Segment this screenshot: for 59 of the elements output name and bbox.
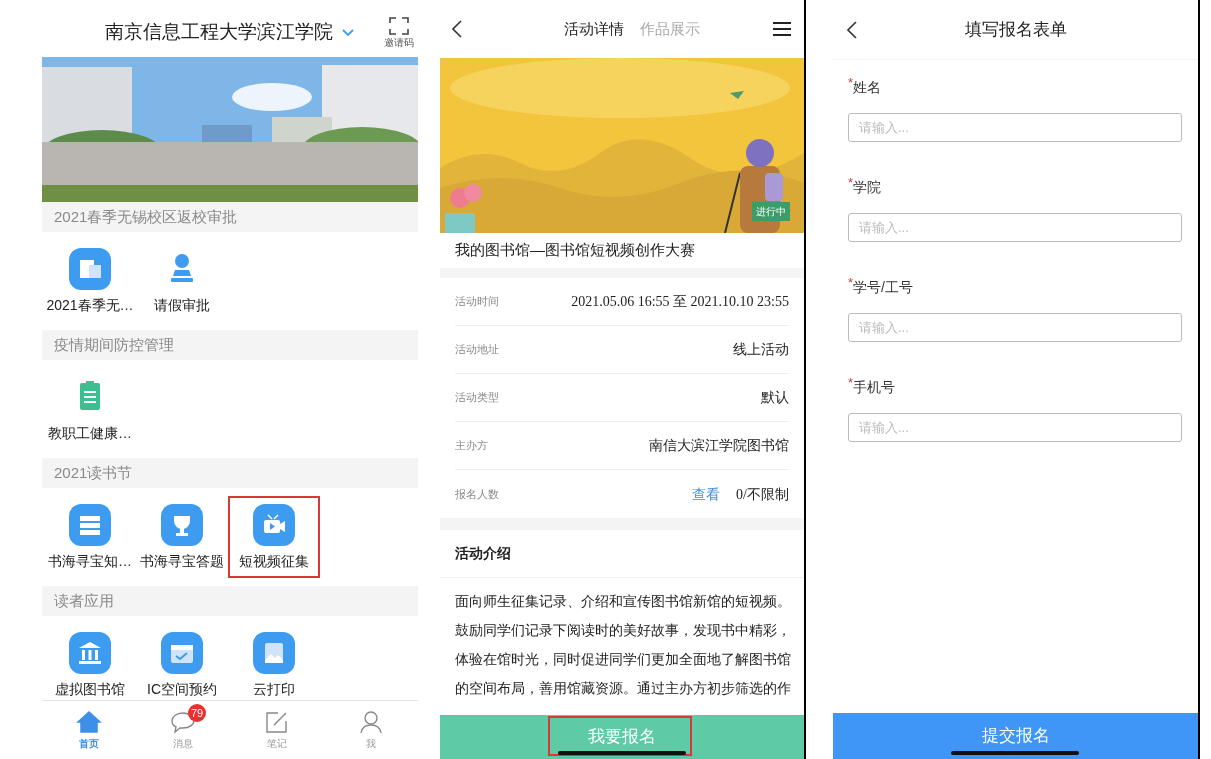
home-icon xyxy=(76,709,102,734)
required-mark: * xyxy=(848,276,854,290)
person-icon xyxy=(358,709,384,734)
intro-paragraph: 面向师生征集记录、介绍和宣传图书馆新馆的短视频。鼓励同学们记录下阅读时的美好故事，发现书中精彩，体验在馆时光，同时促进同学们更加全面地了解图书馆的空间布局，善用馆藏资源。通过主办方初步筛选的作 xyxy=(455,592,792,698)
field-value: 2021.05.06 16:55 至 2021.10.10 23:55 xyxy=(571,293,789,311)
field-value: 0/不限制 xyxy=(736,485,789,504)
tab-bar-item[interactable]: 消息 79 xyxy=(136,701,230,759)
app-shortcut[interactable]: 2021春季无… xyxy=(44,240,136,322)
app-icon xyxy=(69,248,111,290)
field-label: 活动类型 xyxy=(455,390,499,406)
view-link[interactable]: 查看 xyxy=(692,483,721,505)
section-header: 2021读书节 xyxy=(42,458,418,488)
field-value: 南信大滨江学院图书馆 xyxy=(649,436,789,455)
app-icon xyxy=(69,504,111,546)
page-title: 填写报名表单 xyxy=(963,18,1068,41)
required-mark: * xyxy=(848,376,854,390)
input-field[interactable]: 请输入... xyxy=(848,213,1182,242)
activity-title: 我的图书馆—图书馆短视频创作大赛 xyxy=(454,240,696,261)
app-shortcut[interactable]: 教职工健康… xyxy=(44,368,136,450)
field-label: 学号/工号 xyxy=(853,279,913,297)
field-label: 学院 xyxy=(853,179,882,197)
input-field[interactable]: 请输入... xyxy=(848,113,1182,142)
section-header: 疫情期间防控管理 xyxy=(42,330,418,360)
field-label: 报名人数 xyxy=(455,486,499,502)
note-edit-icon xyxy=(264,709,290,734)
field-label: 主办方 xyxy=(455,438,488,454)
chevron-down-icon xyxy=(341,27,355,38)
app-shortcut[interactable]: 短视频征集 xyxy=(228,496,320,578)
input-field[interactable]: 请输入... xyxy=(848,313,1182,342)
app-shortcut[interactable]: 书海寻宝知… xyxy=(44,496,136,578)
app-shortcut[interactable]: IC空间预约 xyxy=(136,624,228,700)
field-value: 线上活动 xyxy=(733,340,789,359)
app-shortcut[interactable]: 云打印 xyxy=(228,624,320,700)
tab[interactable]: 活动详情 xyxy=(564,17,624,41)
field-label: 活动时间 xyxy=(455,294,499,310)
app-icon xyxy=(69,632,111,674)
scan-button[interactable]: 邀请码 xyxy=(384,16,414,48)
app-shortcut[interactable]: 请假审批 xyxy=(136,240,228,322)
status-badge: 进行中 xyxy=(752,202,790,221)
scan-icon xyxy=(388,16,410,36)
field-label: 手机号 xyxy=(853,379,896,397)
app-shortcut[interactable]: 虚拟图书馆 xyxy=(44,624,136,700)
app-icon xyxy=(161,632,203,674)
menu-button[interactable] xyxy=(772,19,792,39)
app-shortcut[interactable]: 书海寻宝答题 xyxy=(136,496,228,578)
app-icon xyxy=(161,504,203,546)
notification-badge: 79 xyxy=(188,704,207,722)
school-title: 南京信息工程大学滨江学院 xyxy=(105,20,333,45)
field-value: 默认 xyxy=(761,388,789,407)
app-icon xyxy=(253,504,295,546)
required-mark: * xyxy=(848,76,854,90)
app-icon xyxy=(253,632,295,674)
field-label: 姓名 xyxy=(853,79,882,97)
input-field[interactable]: 请输入... xyxy=(848,413,1182,442)
field-label: 活动地址 xyxy=(455,342,499,358)
required-mark: * xyxy=(848,176,854,190)
section-header: 读者应用 xyxy=(42,586,418,616)
section-title: 活动介绍 xyxy=(440,530,804,578)
section-header: 2021春季无锡校区返校审批 xyxy=(42,202,418,232)
